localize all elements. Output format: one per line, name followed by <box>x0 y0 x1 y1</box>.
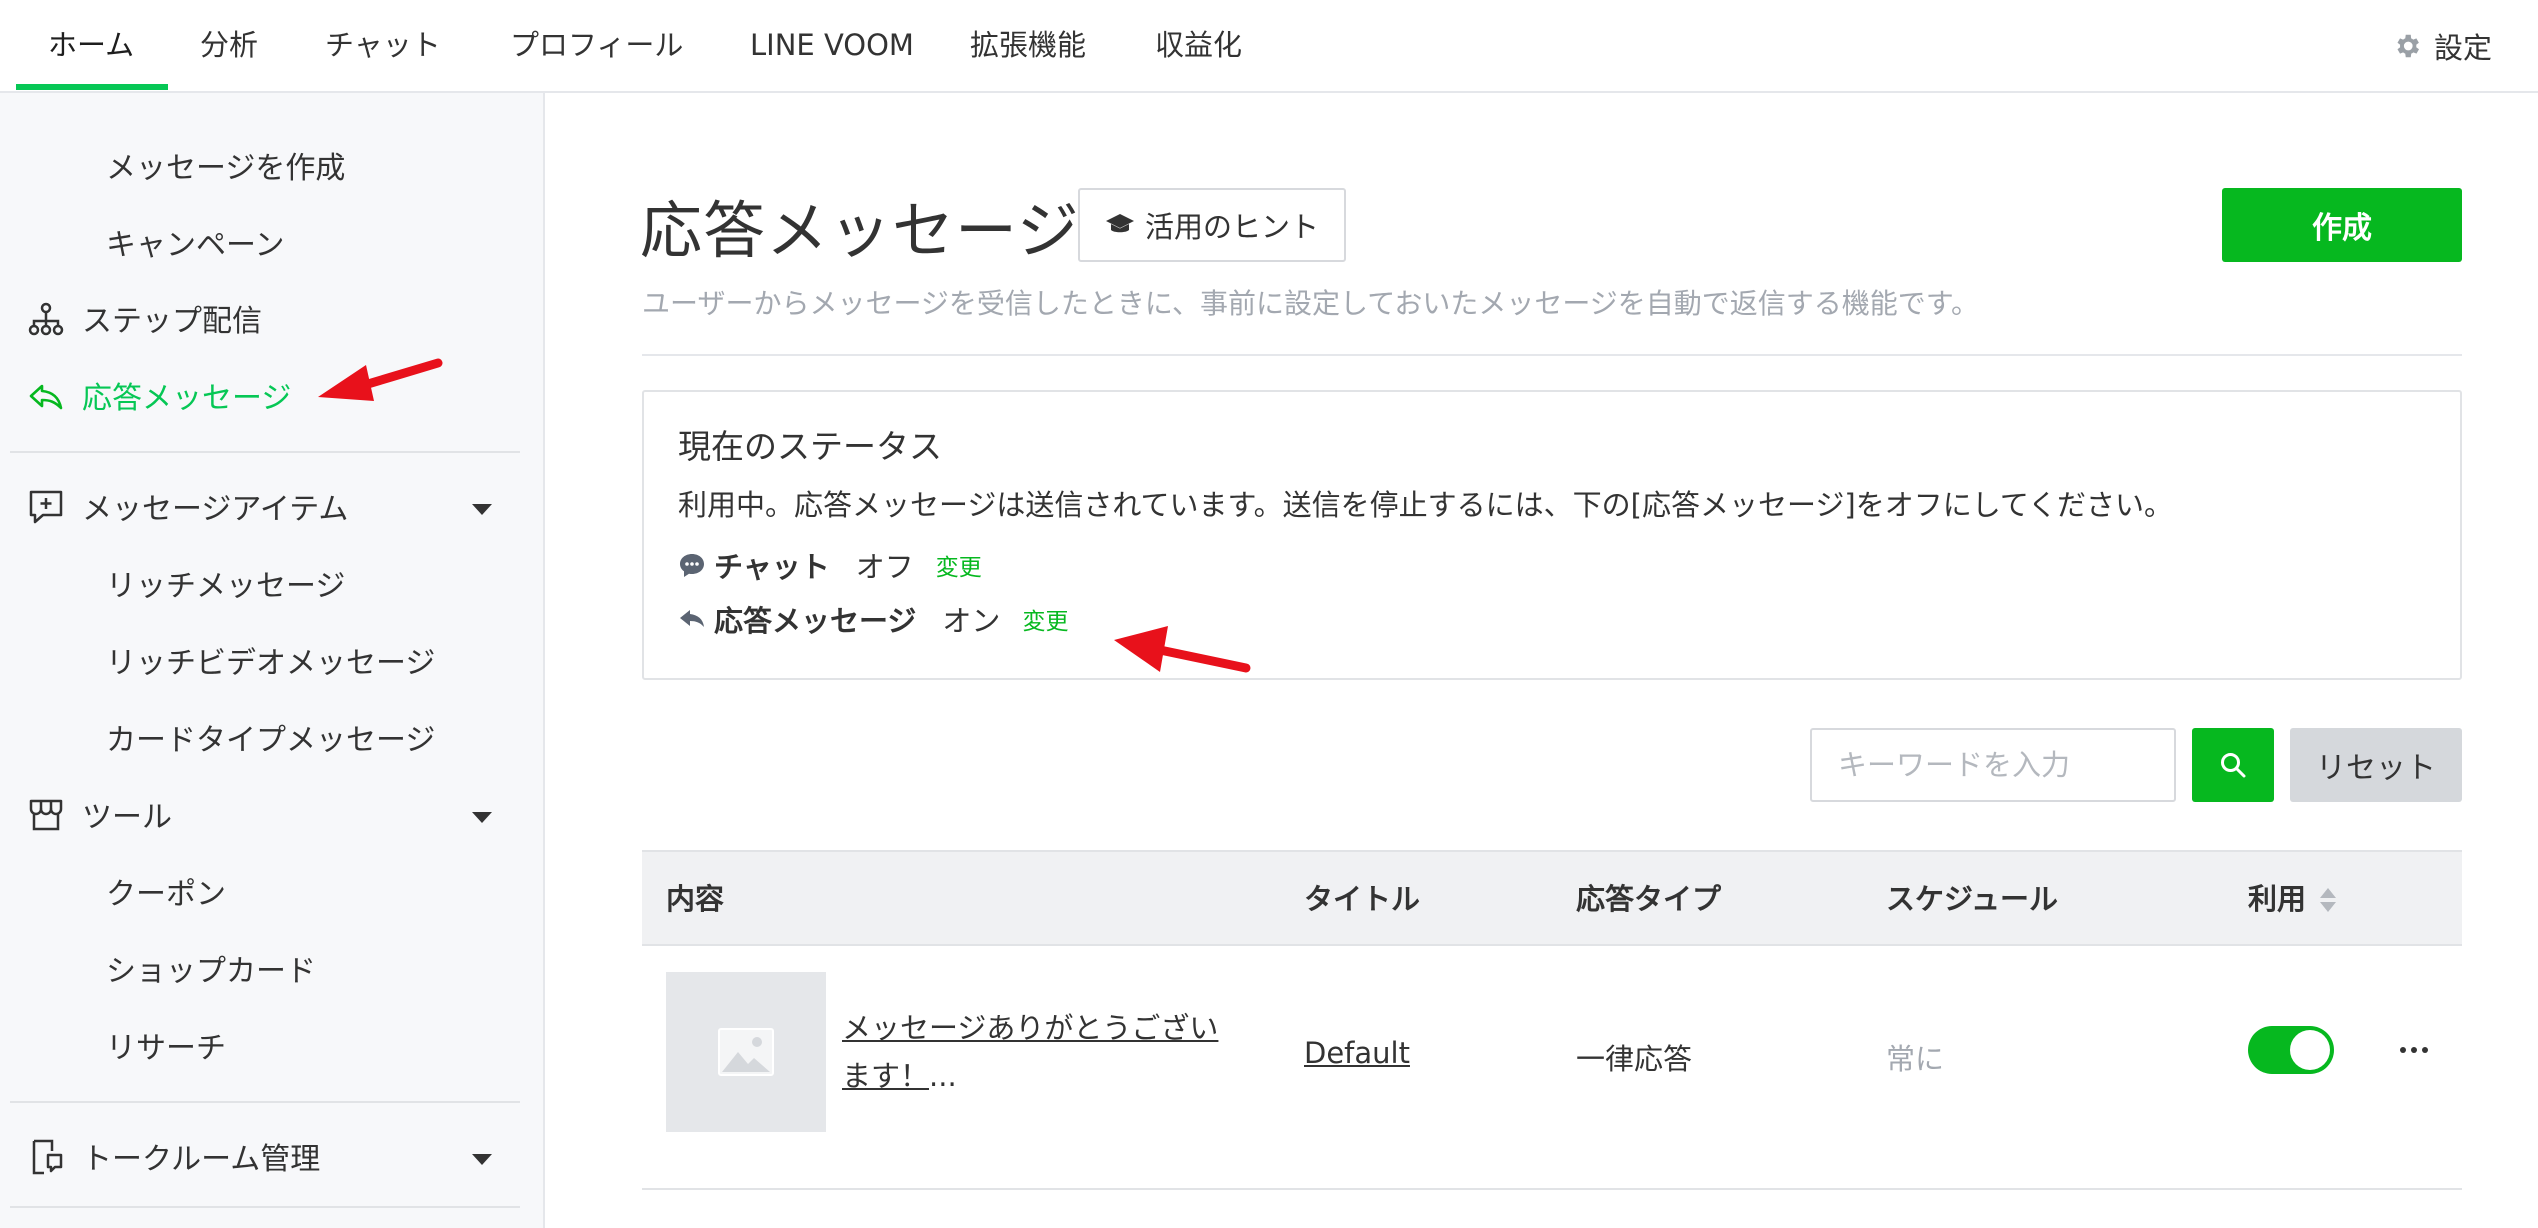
sidebar-divider <box>10 1101 520 1103</box>
image-placeholder-icon <box>666 972 826 1132</box>
keyword-search-input[interactable] <box>1810 728 2176 802</box>
schedule: 常に <box>1886 1042 1945 1076</box>
search-icon <box>2221 753 2246 778</box>
sidebar-item-rich-video-message[interactable]: リッチビデオメッセージ <box>106 638 435 682</box>
status-description: 利用中。応答メッセージは送信されています。送信を停止するには、下の[応答メッセー… <box>678 488 2173 522</box>
status-panel: 現在のステータス 利用中。応答メッセージは送信されています。送信を停止するには、… <box>642 390 2462 680</box>
settings-label: 設定 <box>2434 30 2493 65</box>
annotation-arrow <box>1114 626 1251 673</box>
tab-monetization[interactable]: 収益化 <box>1155 0 1242 91</box>
status-row-auto-reply: 応答メッセージ オン 変更 <box>678 598 1068 640</box>
chevron-down-icon[interactable] <box>472 812 492 823</box>
sidebar-divider <box>10 1206 520 1208</box>
sidebar-divider <box>10 451 520 453</box>
store-icon <box>29 799 63 831</box>
status-row-chat: チャット オフ 変更 <box>678 544 982 586</box>
chevron-down-icon[interactable] <box>472 504 492 515</box>
sidebar-item-campaign[interactable]: キャンペーン <box>106 220 285 264</box>
sidebar-item-coupon[interactable]: クーポン <box>106 869 226 913</box>
content-ellipsis: ... <box>929 1059 957 1093</box>
hint-label: 活用のヒント <box>1144 210 1319 244</box>
active-tab-indicator <box>16 84 168 90</box>
status-name: チャット <box>714 550 830 584</box>
tab-chat[interactable]: チャット <box>325 0 441 91</box>
sidebar-item-talkroom-management[interactable]: トークルーム管理 <box>82 1134 320 1178</box>
sidebar-item-rich-message[interactable]: リッチメッセージ <box>106 561 345 605</box>
content-line2: ます！ <box>842 1059 930 1093</box>
header-divider <box>642 354 2462 356</box>
status-value: オン <box>942 604 1001 638</box>
sidebar-item-shop-card[interactable]: ショップカード <box>106 946 316 990</box>
sort-icon <box>2320 888 2337 914</box>
column-header-type: 応答タイプ <box>1576 882 1722 916</box>
table-row: メッセージありがとうござい ます！... Default 一律応答 常に <box>642 946 2462 1190</box>
change-link[interactable]: 変更 <box>936 548 982 582</box>
status-value: オフ <box>855 550 914 584</box>
reply-icon <box>680 610 704 627</box>
add-message-icon <box>29 490 63 524</box>
status-title: 現在のステータス <box>678 427 942 466</box>
create-button[interactable]: 作成 <box>2222 188 2462 262</box>
talkroom-icon <box>32 1139 63 1175</box>
chat-bubble-icon <box>680 554 704 577</box>
graduation-cap-icon <box>1105 214 1134 233</box>
column-header-schedule: スケジュール <box>1886 882 2058 916</box>
response-type: 一律応答 <box>1576 1042 1693 1076</box>
change-link[interactable]: 変更 <box>1022 602 1068 636</box>
status-name: 応答メッセージ <box>714 604 917 638</box>
gear-icon <box>2397 34 2419 57</box>
sidebar-item-step-delivery[interactable]: ステップ配信 <box>82 296 262 340</box>
tab-analytics[interactable]: 分析 <box>200 0 258 91</box>
message-title-link[interactable]: Default <box>1304 1036 1410 1070</box>
more-options-icon[interactable] <box>2386 1030 2442 1070</box>
chevron-down-icon[interactable] <box>472 1154 492 1165</box>
hint-button[interactable]: 活用のヒント <box>1078 188 1346 262</box>
column-header-enabled-label: 利用 <box>2248 882 2307 916</box>
step-delivery-icon <box>28 302 64 336</box>
sidebar-item-card-type-message[interactable]: カードタイプメッセージ <box>106 715 435 759</box>
enabled-toggle[interactable] <box>2248 1026 2334 1074</box>
page-title: 応答メッセージ <box>640 194 1080 267</box>
reply-icon <box>29 384 63 410</box>
tab-extensions[interactable]: 拡張機能 <box>970 0 1086 91</box>
tab-line-voom[interactable]: LINE VOOM <box>750 0 914 91</box>
column-header-content: 内容 <box>666 882 725 916</box>
sidebar-item-research[interactable]: リサーチ <box>106 1023 226 1067</box>
sidebar-item-auto-reply[interactable]: 応答メッセージ <box>82 373 291 417</box>
tab-profile[interactable]: プロフィール <box>510 0 683 91</box>
table-header: 内容 タイトル 応答タイプ スケジュール 利用 <box>642 850 2462 946</box>
page-description: ユーザーからメッセージを受信したときに、事前に設定しておいたメッセージを自動で返… <box>642 287 1980 320</box>
column-header-enabled[interactable]: 利用 <box>2248 852 2337 946</box>
sidebar-item-create-message[interactable]: メッセージを作成 <box>106 143 345 187</box>
sidebar-item-tools[interactable]: ツール <box>82 792 172 836</box>
message-content-link[interactable]: メッセージありがとうござい ます！... <box>842 1004 1262 1100</box>
settings-link[interactable]: 設定 <box>2392 0 2492 91</box>
content-line1: メッセージありがとうござい <box>842 1011 1219 1045</box>
top-navigation: ホーム 分析 チャット プロフィール LINE VOOM 拡張機能 収益化 設定 <box>0 0 2538 93</box>
reset-button[interactable]: リセット <box>2290 728 2462 802</box>
sidebar: メッセージを作成 キャンペーン ステップ配信 応答メッセージ メッセージアイテム… <box>0 93 545 1228</box>
column-header-title: タイトル <box>1304 882 1421 916</box>
tab-home[interactable]: ホーム <box>48 0 134 91</box>
toggle-knob <box>2290 1030 2330 1070</box>
search-button[interactable] <box>2192 728 2274 802</box>
annotation-arrow <box>318 358 443 401</box>
sidebar-item-message-items[interactable]: メッセージアイテム <box>82 484 348 528</box>
